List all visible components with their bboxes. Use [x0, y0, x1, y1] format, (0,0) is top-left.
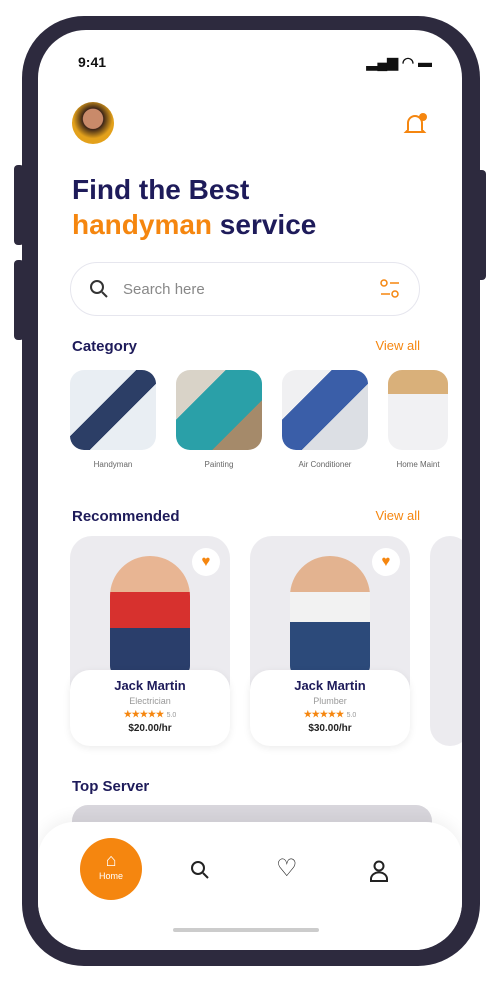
volume-down-button [14, 260, 24, 340]
nav-profile-icon[interactable] [368, 860, 390, 882]
provider-name: Jack Martin [114, 678, 186, 693]
nav-favorites-icon[interactable]: ♡ [276, 854, 298, 883]
title-rest: service [212, 209, 317, 240]
category-image [70, 370, 156, 450]
category-item[interactable]: Painting [176, 370, 262, 469]
star-icons: ★★★★★ [303, 709, 345, 719]
nav-search-icon[interactable] [190, 860, 210, 880]
title-accent: handyman [72, 209, 213, 240]
provider-price: $20.00/hr [128, 723, 172, 734]
bottom-nav: ⌂ Home ♡ [38, 822, 462, 950]
category-image [176, 370, 262, 450]
avatar[interactable] [72, 102, 114, 144]
search-placeholder: Search here [123, 280, 205, 298]
nav-home-label: Home [98, 871, 123, 881]
provider-photo [110, 556, 190, 676]
recommended-title: Recommended [72, 508, 180, 525]
category-label: Handyman [93, 460, 133, 469]
provider-info: Jack Martin Electrician ★★★★★ 5.0 $20.00… [70, 670, 230, 746]
provider-price: $30.00/hr [308, 723, 352, 734]
category-header: Category View all [72, 338, 420, 355]
category-label: Air Conditioner [298, 460, 352, 469]
home-icon: ⌂ [105, 850, 117, 870]
provider-role: Plumber [313, 696, 347, 706]
provider-info: Jack Martin Plumber ★★★★★ 5.0 $30.00/hr [250, 670, 410, 746]
home-indicator [173, 928, 319, 932]
heart-icon[interactable]: ♥ [372, 548, 400, 576]
provider-card[interactable] [430, 536, 462, 746]
category-label: Painting [204, 460, 234, 469]
category-label: Home Maint [396, 460, 440, 469]
category-item[interactable]: Air Conditioner [282, 370, 368, 469]
status-bar: 9:41 ▂▄▆ ◠ ▬ [78, 54, 432, 71]
search-input[interactable]: Search here [70, 262, 420, 316]
recommended-view-all-link[interactable]: View all [375, 508, 420, 525]
provider-role: Electrician [129, 696, 171, 706]
status-icons: ▂▄▆ ◠ ▬ [366, 54, 432, 70]
provider-name: Jack Martin [294, 678, 366, 693]
power-button [476, 170, 486, 280]
category-item[interactable]: Handyman [70, 370, 156, 469]
top-server-header: Top Server [72, 778, 420, 795]
provider-photo [290, 556, 370, 676]
rating-value: 5.0 [166, 712, 177, 719]
category-view-all-link[interactable]: View all [375, 338, 420, 355]
rating: ★★★★★ 5.0 [70, 709, 230, 720]
recommended-header: Recommended View all [72, 508, 420, 525]
recommended-list: ♥ Jack Martin Electrician ★★★★★ 5.0 $20.… [70, 536, 462, 746]
category-image [282, 370, 368, 450]
rating: ★★★★★ 5.0 [250, 709, 410, 720]
volume-up-button [14, 165, 24, 245]
star-icons: ★★★★★ [123, 709, 165, 719]
provider-card[interactable]: ♥ Jack Martin Plumber ★★★★★ 5.0 $30.00/h… [250, 536, 410, 746]
category-list: Handyman Painting Air Conditioner Home M… [70, 370, 448, 469]
search-icon [90, 280, 108, 298]
category-image [388, 370, 448, 450]
rating-value: 5.0 [346, 712, 357, 719]
top-server-title: Top Server [72, 778, 150, 795]
category-title: Category [72, 338, 138, 355]
app-screen: 9:41 ▂▄▆ ◠ ▬ Find the Best handyman serv… [38, 30, 462, 950]
page-title: Find the Best handyman service [72, 172, 316, 242]
bell-icon[interactable] [402, 112, 428, 138]
provider-card[interactable]: ♥ Jack Martin Electrician ★★★★★ 5.0 $20.… [70, 536, 230, 746]
filter-icon[interactable] [379, 278, 401, 300]
heart-icon[interactable]: ♥ [192, 548, 220, 576]
title-line1: Find the Best [72, 174, 250, 205]
nav-home[interactable]: ⌂ Home [80, 838, 142, 900]
time: 9:41 [78, 54, 107, 70]
category-item[interactable]: Home Maint [388, 370, 448, 469]
